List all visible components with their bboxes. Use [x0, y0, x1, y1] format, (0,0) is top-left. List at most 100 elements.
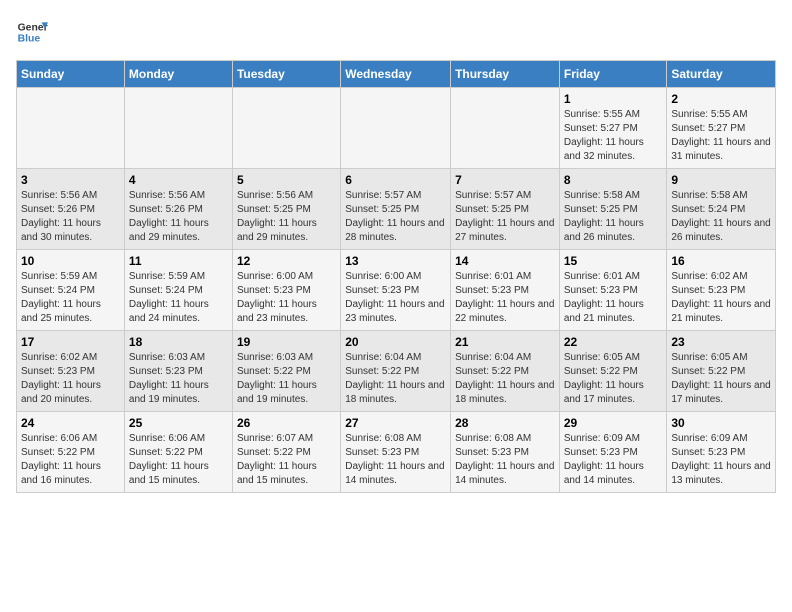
- calendar-body: 1 Sunrise: 5:55 AM Sunset: 5:27 PM Daylig…: [17, 88, 776, 493]
- weekday-header-saturday: Saturday: [667, 61, 776, 88]
- day-info: Sunrise: 6:06 AM Sunset: 5:22 PM Dayligh…: [21, 432, 120, 488]
- weekday-header-friday: Friday: [559, 61, 667, 88]
- day-info: Sunrise: 6:04 AM Sunset: 5:22 PM Dayligh…: [345, 351, 446, 407]
- day-info: Sunrise: 6:00 AM Sunset: 5:23 PM Dayligh…: [345, 270, 446, 326]
- day-number: 18: [129, 335, 228, 349]
- calendar-cell: 17 Sunrise: 6:02 AM Sunset: 5:23 PM Dayli…: [17, 331, 125, 412]
- day-number: 25: [129, 416, 228, 430]
- weekday-header-monday: Monday: [124, 61, 232, 88]
- day-number: 11: [129, 254, 228, 268]
- calendar-cell: 20 Sunrise: 6:04 AM Sunset: 5:22 PM Dayli…: [341, 331, 451, 412]
- day-number: 16: [671, 254, 771, 268]
- logo-icon: General Blue: [16, 16, 48, 48]
- day-number: 28: [455, 416, 555, 430]
- day-info: Sunrise: 5:56 AM Sunset: 5:25 PM Dayligh…: [237, 189, 336, 245]
- calendar-week-4: 24 Sunrise: 6:06 AM Sunset: 5:22 PM Dayli…: [17, 412, 776, 493]
- calendar-cell: 7 Sunrise: 5:57 AM Sunset: 5:25 PM Daylig…: [451, 169, 560, 250]
- calendar-cell: [232, 88, 340, 169]
- calendar-cell: 1 Sunrise: 5:55 AM Sunset: 5:27 PM Daylig…: [559, 88, 667, 169]
- calendar-cell: 11 Sunrise: 5:59 AM Sunset: 5:24 PM Dayli…: [124, 250, 232, 331]
- day-info: Sunrise: 6:01 AM Sunset: 5:23 PM Dayligh…: [455, 270, 555, 326]
- day-info: Sunrise: 5:55 AM Sunset: 5:27 PM Dayligh…: [671, 108, 771, 164]
- day-info: Sunrise: 6:01 AM Sunset: 5:23 PM Dayligh…: [564, 270, 663, 326]
- day-number: 1: [564, 92, 663, 106]
- day-number: 22: [564, 335, 663, 349]
- day-info: Sunrise: 6:07 AM Sunset: 5:22 PM Dayligh…: [237, 432, 336, 488]
- day-info: Sunrise: 5:58 AM Sunset: 5:25 PM Dayligh…: [564, 189, 663, 245]
- calendar-cell: 4 Sunrise: 5:56 AM Sunset: 5:26 PM Daylig…: [124, 169, 232, 250]
- calendar-cell: 26Sunrise: 6:07 AM Sunset: 5:22 PM Dayli…: [232, 412, 340, 493]
- calendar-cell: 14 Sunrise: 6:01 AM Sunset: 5:23 PM Dayli…: [451, 250, 560, 331]
- calendar-cell: 18 Sunrise: 6:03 AM Sunset: 5:23 PM Dayli…: [124, 331, 232, 412]
- day-number: 3: [21, 173, 120, 187]
- weekday-header-wednesday: Wednesday: [341, 61, 451, 88]
- calendar-cell: 9Sunrise: 5:58 AM Sunset: 5:24 PM Daylig…: [667, 169, 776, 250]
- day-info: Sunrise: 6:08 AM Sunset: 5:23 PM Dayligh…: [345, 432, 446, 488]
- calendar-cell: 5 Sunrise: 5:56 AM Sunset: 5:25 PM Daylig…: [232, 169, 340, 250]
- calendar-cell: 16 Sunrise: 6:02 AM Sunset: 5:23 PM Dayli…: [667, 250, 776, 331]
- day-number: 20: [345, 335, 446, 349]
- day-number: 10: [21, 254, 120, 268]
- calendar-cell: 27 Sunrise: 6:08 AM Sunset: 5:23 PM Dayli…: [341, 412, 451, 493]
- calendar-cell: 29 Sunrise: 6:09 AM Sunset: 5:23 PM Dayli…: [559, 412, 667, 493]
- calendar-cell: 21Sunrise: 6:04 AM Sunset: 5:22 PM Dayli…: [451, 331, 560, 412]
- calendar-cell: 13 Sunrise: 6:00 AM Sunset: 5:23 PM Dayli…: [341, 250, 451, 331]
- calendar-cell: 6Sunrise: 5:57 AM Sunset: 5:25 PM Daylig…: [341, 169, 451, 250]
- day-info: Sunrise: 6:04 AM Sunset: 5:22 PM Dayligh…: [455, 351, 555, 407]
- calendar-table: SundayMondayTuesdayWednesdayThursdayFrid…: [16, 60, 776, 493]
- day-info: Sunrise: 6:08 AM Sunset: 5:23 PM Dayligh…: [455, 432, 555, 488]
- calendar-header: SundayMondayTuesdayWednesdayThursdayFrid…: [17, 61, 776, 88]
- day-number: 30: [671, 416, 771, 430]
- calendar-cell: 25 Sunrise: 6:06 AM Sunset: 5:22 PM Dayli…: [124, 412, 232, 493]
- day-number: 5: [237, 173, 336, 187]
- day-info: Sunrise: 5:56 AM Sunset: 5:26 PM Dayligh…: [21, 189, 120, 245]
- day-number: 14: [455, 254, 555, 268]
- calendar-cell: 12 Sunrise: 6:00 AM Sunset: 5:23 PM Dayli…: [232, 250, 340, 331]
- day-info: Sunrise: 6:09 AM Sunset: 5:23 PM Dayligh…: [564, 432, 663, 488]
- calendar-cell: 15 Sunrise: 6:01 AM Sunset: 5:23 PM Dayli…: [559, 250, 667, 331]
- day-number: 2: [671, 92, 771, 106]
- calendar-cell: 2 Sunrise: 5:55 AM Sunset: 5:27 PM Daylig…: [667, 88, 776, 169]
- day-info: Sunrise: 6:00 AM Sunset: 5:23 PM Dayligh…: [237, 270, 336, 326]
- day-info: Sunrise: 5:56 AM Sunset: 5:26 PM Dayligh…: [129, 189, 228, 245]
- day-number: 17: [21, 335, 120, 349]
- day-info: Sunrise: 5:57 AM Sunset: 5:25 PM Dayligh…: [455, 189, 555, 245]
- calendar-cell: [451, 88, 560, 169]
- day-info: Sunrise: 6:02 AM Sunset: 5:23 PM Dayligh…: [671, 270, 771, 326]
- calendar-cell: 8 Sunrise: 5:58 AM Sunset: 5:25 PM Daylig…: [559, 169, 667, 250]
- svg-text:Blue: Blue: [18, 34, 41, 45]
- day-number: 29: [564, 416, 663, 430]
- calendar-cell: 19Sunrise: 6:03 AM Sunset: 5:22 PM Dayli…: [232, 331, 340, 412]
- day-info: Sunrise: 5:55 AM Sunset: 5:27 PM Dayligh…: [564, 108, 663, 164]
- day-number: 8: [564, 173, 663, 187]
- calendar-cell: 22 Sunrise: 6:05 AM Sunset: 5:22 PM Dayli…: [559, 331, 667, 412]
- day-info: Sunrise: 6:06 AM Sunset: 5:22 PM Dayligh…: [129, 432, 228, 488]
- calendar-cell: [124, 88, 232, 169]
- calendar-cell: 10 Sunrise: 5:59 AM Sunset: 5:24 PM Dayli…: [17, 250, 125, 331]
- logo: General Blue: [16, 16, 48, 48]
- day-number: 24: [21, 416, 120, 430]
- day-number: 27: [345, 416, 446, 430]
- day-number: 4: [129, 173, 228, 187]
- day-info: Sunrise: 5:59 AM Sunset: 5:24 PM Dayligh…: [21, 270, 120, 326]
- calendar-cell: 24 Sunrise: 6:06 AM Sunset: 5:22 PM Dayli…: [17, 412, 125, 493]
- calendar-week-0: 1 Sunrise: 5:55 AM Sunset: 5:27 PM Daylig…: [17, 88, 776, 169]
- day-number: 12: [237, 254, 336, 268]
- calendar-cell: [341, 88, 451, 169]
- calendar-cell: 30Sunrise: 6:09 AM Sunset: 5:23 PM Dayli…: [667, 412, 776, 493]
- day-info: Sunrise: 6:03 AM Sunset: 5:23 PM Dayligh…: [129, 351, 228, 407]
- day-number: 15: [564, 254, 663, 268]
- weekday-header-sunday: Sunday: [17, 61, 125, 88]
- day-number: 23: [671, 335, 771, 349]
- day-info: Sunrise: 6:05 AM Sunset: 5:22 PM Dayligh…: [564, 351, 663, 407]
- weekday-header-thursday: Thursday: [451, 61, 560, 88]
- calendar-cell: 23Sunrise: 6:05 AM Sunset: 5:22 PM Dayli…: [667, 331, 776, 412]
- day-number: 7: [455, 173, 555, 187]
- day-info: Sunrise: 6:02 AM Sunset: 5:23 PM Dayligh…: [21, 351, 120, 407]
- day-info: Sunrise: 5:59 AM Sunset: 5:24 PM Dayligh…: [129, 270, 228, 326]
- calendar-week-3: 17 Sunrise: 6:02 AM Sunset: 5:23 PM Dayli…: [17, 331, 776, 412]
- weekday-header-row: SundayMondayTuesdayWednesdayThursdayFrid…: [17, 61, 776, 88]
- day-number: 13: [345, 254, 446, 268]
- day-number: 6: [345, 173, 446, 187]
- day-info: Sunrise: 6:03 AM Sunset: 5:22 PM Dayligh…: [237, 351, 336, 407]
